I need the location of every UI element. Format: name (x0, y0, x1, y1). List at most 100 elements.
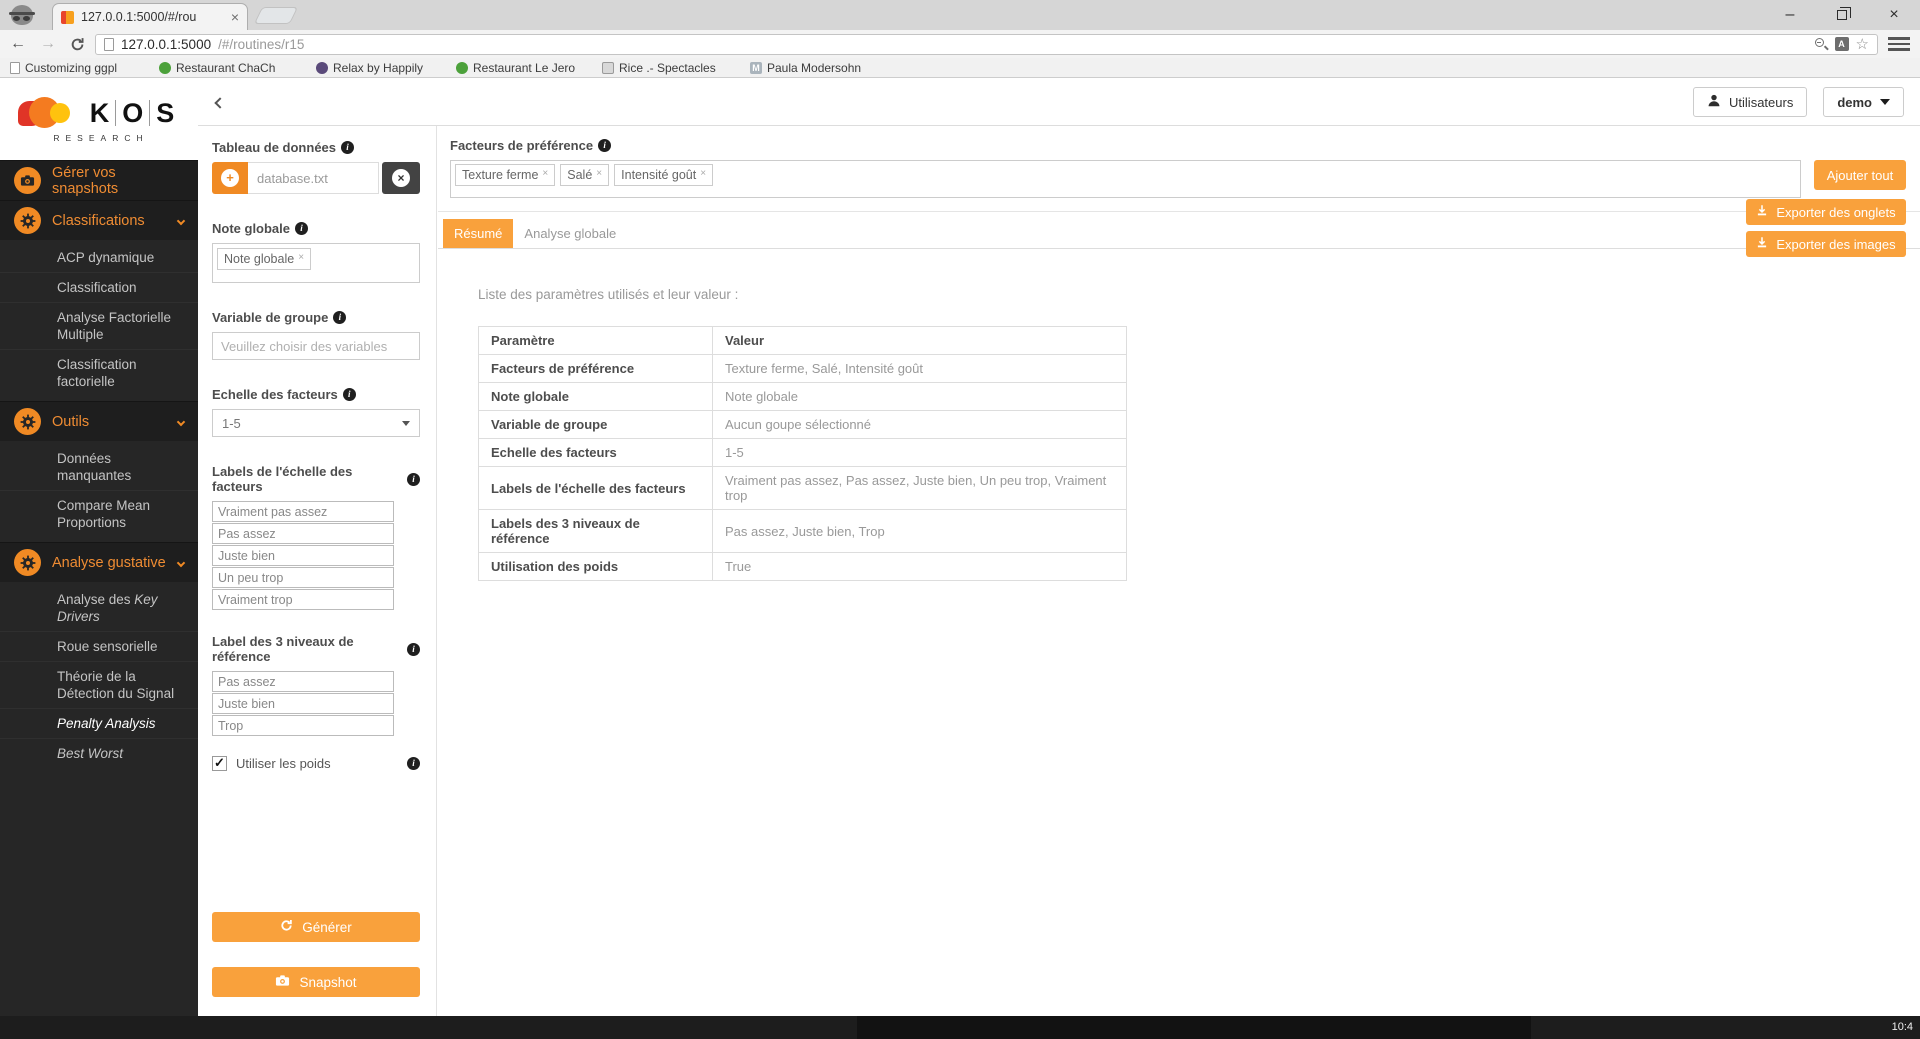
url-bar[interactable]: 127.0.0.1:5000 /#/routines/r15 A ☆ (95, 33, 1878, 55)
incognito-icon (9, 3, 35, 27)
generate-button[interactable]: Générer (212, 912, 420, 942)
use-weights-checkbox[interactable] (212, 755, 227, 771)
info-icon: i (407, 642, 420, 656)
info-icon: i (407, 472, 420, 486)
group-variable-input[interactable] (212, 332, 420, 360)
account-menu-button[interactable]: demo (1823, 87, 1904, 117)
sidebar-item-acp-dynamique[interactable]: ACP dynamique (0, 243, 198, 272)
bookmark-label: Customizing ggpl (25, 61, 118, 75)
bookmark-doc-icon (10, 62, 20, 74)
window-restore-button[interactable] (1816, 0, 1868, 30)
tag-close-icon[interactable]: × (700, 168, 706, 179)
chevron-down-icon (176, 417, 186, 426)
tab-resume[interactable]: Résumé (443, 219, 514, 248)
param-cell: Labels des 3 niveaux de référence (478, 509, 713, 553)
snapshot-button[interactable]: Snapshot (212, 967, 420, 997)
remove-dataset-button[interactable]: × (382, 162, 420, 194)
sidebar-item-label: Classifications (52, 212, 145, 229)
new-tab-button[interactable] (253, 7, 299, 24)
page-icon (104, 37, 114, 51)
value-cell: Note globale (712, 382, 1127, 411)
tab-analyse-globale[interactable]: Analyse globale (513, 219, 627, 248)
camera-icon (275, 973, 290, 991)
info-icon: i (295, 222, 309, 235)
ref-level-input-3[interactable] (212, 715, 394, 736)
back-arrow-icon[interactable]: ← (10, 36, 26, 52)
info-icon: i (407, 757, 420, 770)
sidebar-item-label: Outils (52, 413, 90, 430)
sidebar-item-classifications[interactable]: Classifications (0, 200, 198, 240)
sidebar-item-compare-mean[interactable]: Compare Mean Proportions (0, 490, 198, 537)
routine-form-panel: Tableau de donnéesi + × Note globalei No… (198, 126, 437, 1016)
ref-levels-label: Label des 3 niveaux de référence i (212, 634, 420, 664)
sidebar-item-analyse-gustative[interactable]: Analyse gustative (0, 542, 198, 582)
bookmark-item[interactable]: Rice .- Spectacles (602, 59, 716, 77)
bookmark-item[interactable]: M Paula Modersohn (750, 59, 861, 77)
table-row: Variable de groupe Aucun goupe sélectionn… (478, 410, 1127, 439)
back-button[interactable] (214, 94, 226, 112)
ref-level-input-1[interactable] (212, 671, 394, 692)
window-minimize-button[interactable]: – (1764, 0, 1816, 30)
tab-close-icon[interactable]: × (231, 10, 239, 24)
sidebar-item-penalty-analysis[interactable]: Penalty Analysis (0, 708, 198, 738)
tag-close-icon[interactable]: × (542, 168, 548, 179)
bookmark-label: Restaurant Le Jero (473, 61, 576, 75)
snapshot-button-label: Snapshot (299, 974, 357, 990)
info-icon: i (333, 311, 347, 324)
users-button[interactable]: Utilisateurs (1693, 87, 1808, 117)
sidebar-item-classification[interactable]: Classification (0, 272, 198, 302)
sidebar-item-roue-sensorielle[interactable]: Roue sensorielle (0, 631, 198, 661)
browser-menu-icon[interactable] (1888, 37, 1910, 51)
add-dataset-button[interactable]: + (212, 162, 248, 194)
scale-label-input-1[interactable] (212, 501, 394, 522)
sidebar-item-best-worst[interactable]: Best Worst (0, 738, 198, 768)
bookmark-item[interactable]: Relax by Happily (316, 59, 423, 77)
zoom-out-icon[interactable] (1814, 37, 1829, 51)
tab-favicon-icon (61, 10, 74, 24)
restore-icon (1837, 7, 1851, 20)
dataset-file-input[interactable] (248, 162, 379, 194)
gear-icon (14, 549, 41, 576)
factor-scale-select[interactable]: 1-5 (212, 409, 420, 437)
sidebar: KOS RESEARCH Gérer vos snapshots Classif… (0, 78, 198, 1039)
chevron-left-icon (214, 97, 226, 109)
sidebar-item-outils[interactable]: Outils (0, 401, 198, 441)
sidebar-item-classification-factorielle[interactable]: Classification factorielle (0, 349, 198, 396)
tag-note-globale: Note globale × (217, 248, 312, 270)
scale-label-input-3[interactable] (212, 545, 394, 566)
browser-toolbar: ← → 127.0.0.1:5000 /#/routines/r15 A ☆ (0, 30, 1920, 58)
bookmark-item[interactable]: Restaurant ChaCh (159, 59, 275, 77)
tab-title: 127.0.0.1:5000/#/rou (81, 10, 197, 24)
tag-close-icon[interactable]: × (298, 252, 304, 263)
scale-labels-label: Labels de l'échelle des facteurs i (212, 464, 420, 494)
sidebar-item-snapshots[interactable]: Gérer vos snapshots (0, 160, 198, 200)
param-cell: Labels de l'échelle des facteurs (478, 466, 713, 510)
tag-close-icon[interactable]: × (596, 168, 602, 179)
bookmark-star-icon[interactable]: ☆ (1856, 37, 1869, 52)
sidebar-item-donnees-manquantes[interactable]: Données manquantes (0, 444, 198, 490)
window-close-button[interactable]: × (1868, 0, 1920, 30)
preference-factors-input[interactable]: Texture ferme × Salé × Intensité goût × (450, 160, 1801, 198)
sidebar-item-theorie-detection[interactable]: Théorie de la Détection du Signal (0, 661, 198, 708)
export-tabs-button[interactable]: Exporter des onglets (1746, 199, 1906, 225)
add-all-button[interactable]: Ajouter tout (1814, 160, 1906, 190)
reload-icon[interactable] (70, 37, 85, 52)
ref-level-input-2[interactable] (212, 693, 394, 714)
bookmark-item[interactable]: Customizing ggpl (10, 59, 117, 77)
table-row: Note globale Note globale (478, 382, 1127, 411)
export-images-button[interactable]: Exporter des images (1746, 231, 1906, 257)
browser-tab[interactable]: 127.0.0.1:5000/#/rou × (52, 3, 248, 30)
browser-tabstrip: 127.0.0.1:5000/#/rou × – × (0, 0, 1920, 30)
preference-factors-label: Facteurs de préférence i (450, 138, 1906, 153)
scale-label-input-4[interactable] (212, 567, 394, 588)
sidebar-item-afm[interactable]: Analyse Factorielle Multiple (0, 302, 198, 349)
translate-icon[interactable]: A (1834, 37, 1849, 51)
scale-label-input-5[interactable] (212, 589, 394, 610)
sidebar-item-key-drivers[interactable]: Analyse des Key Drivers (0, 585, 198, 631)
export-images-label: Exporter des images (1776, 236, 1896, 252)
forward-arrow-icon[interactable]: → (40, 36, 56, 52)
scale-label-input-2[interactable] (212, 523, 394, 544)
parameters-table: Paramètre Valeur Facteurs de préférence T… (478, 326, 1127, 581)
note-globale-tags[interactable]: Note globale × (212, 243, 420, 283)
bookmark-item[interactable]: Restaurant Le Jero (456, 59, 575, 77)
